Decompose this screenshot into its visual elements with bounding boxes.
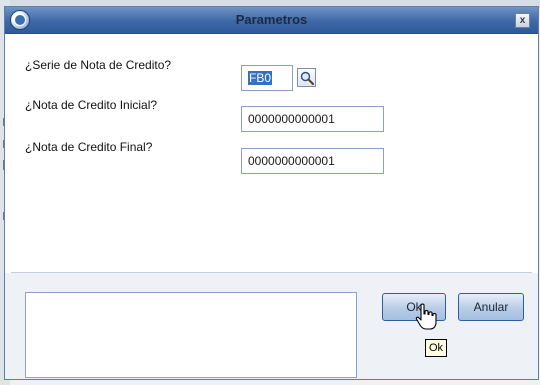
anular-button[interactable]: Anular — [458, 293, 524, 321]
magnifier-icon — [300, 71, 314, 85]
close-button[interactable]: x — [515, 13, 530, 28]
parameter-form: ¿Serie de Nota de Credito? FB0 ¿Nota de … — [11, 34, 532, 272]
title-bar[interactable]: Parametros x — [5, 7, 538, 34]
serie-input-value: FB0 — [248, 71, 273, 85]
nota-final-label: ¿Nota de Credito Final? — [25, 140, 153, 154]
nota-inicial-input[interactable]: 0000000000001 — [241, 106, 384, 132]
memo-box[interactable] — [25, 292, 357, 378]
lookup-button[interactable] — [297, 68, 316, 87]
nota-final-input[interactable]: 0000000000001 — [241, 148, 384, 174]
parametros-dialog: Parametros x ¿Serie de Nota de Credito? … — [4, 6, 539, 380]
serie-label: ¿Serie de Nota de Credito? — [25, 58, 172, 72]
nota-inicial-label: ¿Nota de Credito Inicial? — [25, 98, 158, 112]
dialog-footer: Ok Anular — [5, 273, 538, 379]
serie-input[interactable]: FB0 — [241, 65, 293, 91]
hand-cursor-icon — [415, 303, 437, 330]
dialog-title: Parametros — [235, 12, 308, 27]
ok-tooltip: Ok — [425, 339, 448, 357]
